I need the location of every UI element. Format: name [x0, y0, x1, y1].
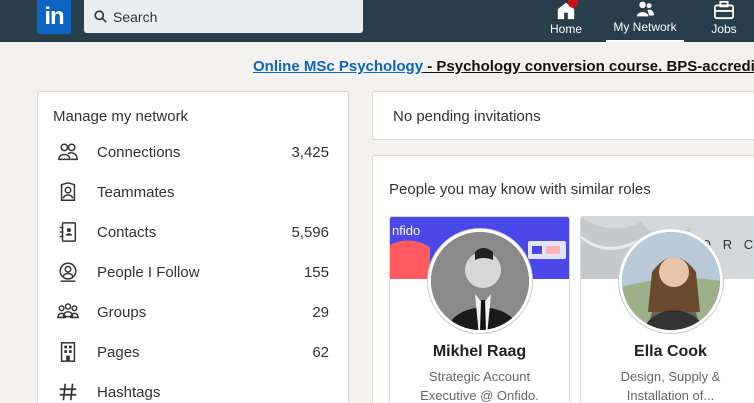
network-item-label: People I Follow — [97, 263, 200, 281]
person-name[interactable]: Mikhel Raag — [390, 343, 569, 361]
network-item-connections[interactable]: Connections 3,425 — [38, 132, 350, 172]
briefcase-icon — [714, 0, 734, 20]
nav-jobs[interactable]: Jobs — [706, 0, 742, 42]
people-follow-icon — [56, 260, 80, 284]
network-item-label: Contacts — [97, 223, 157, 241]
network-icon — [636, 1, 654, 17]
teammates-icon — [56, 180, 80, 204]
search-icon — [94, 10, 107, 23]
person-role: Strategic Account Executive @ Onfido. — [420, 369, 539, 403]
connections-icon — [56, 140, 80, 164]
network-item-teammates[interactable]: Teammates — [38, 172, 350, 212]
nav-jobs-label: Jobs — [711, 22, 737, 36]
network-item-label: Connections — [97, 143, 181, 161]
contacts-icon — [56, 220, 80, 244]
network-item-count: 5,596 — [291, 223, 329, 241]
person-name[interactable]: Ella Cook — [581, 343, 754, 361]
network-item-count: 3,425 — [291, 143, 329, 161]
pages-icon — [56, 340, 80, 364]
person-role: Design, Supply & Installation of... — [620, 369, 721, 403]
network-item-label: Hashtags — [97, 383, 161, 401]
avatar[interactable] — [428, 229, 532, 333]
network-item-contacts[interactable]: Contacts 5,596 — [38, 212, 350, 252]
network-item-label: Groups — [97, 303, 147, 321]
top-navbar: in Home My Network Jobs — [0, 0, 754, 42]
network-item-count: 155 — [303, 263, 329, 281]
network-item-label: Pages — [97, 343, 140, 361]
network-item-count: 62 — [312, 343, 329, 361]
ad-link[interactable]: Online MSc Psychology — [253, 58, 423, 75]
hashtag-icon — [56, 380, 80, 403]
pymk-title: People you may know with similar roles — [389, 181, 651, 198]
network-item-people-follow[interactable]: People I Follow 155 — [38, 252, 350, 292]
ad-banner[interactable]: Online MSc Psychology - Psychology conve… — [253, 58, 754, 75]
network-item-count: 29 — [312, 303, 329, 321]
nav-home-label: Home — [549, 22, 582, 36]
network-item-hashtags[interactable]: Hashtags — [38, 372, 350, 403]
avatar[interactable] — [619, 229, 723, 333]
person-card[interactable]: O R C Ella Cook Design, Supply & Install… — [580, 216, 754, 403]
nav-home[interactable]: Home — [548, 0, 584, 42]
linkedin-logo[interactable]: in — [37, 0, 71, 34]
manage-network-title: Manage my network — [53, 108, 189, 125]
pymk-card: People you may know with similar roles n… — [372, 155, 754, 403]
network-item-groups[interactable]: Groups 29 — [38, 292, 350, 332]
network-item-pages[interactable]: Pages 62 — [38, 332, 350, 372]
network-item-label: Teammates — [97, 183, 175, 201]
ad-text[interactable]: - Psychology conversion course. BPS-accr… — [423, 58, 754, 75]
nav-my-network[interactable]: My Network — [606, 0, 684, 42]
invitations-text: No pending invitations — [393, 108, 541, 125]
search-box[interactable] — [84, 0, 363, 33]
person-card[interactable]: nfido Mikhel Raag Strategic Account Exec… — [389, 216, 570, 403]
invitations-card: No pending invitations — [372, 91, 754, 140]
manage-network-card: Manage my network Connections 3,425 Team… — [37, 91, 349, 403]
nav-network-label: My Network — [613, 20, 677, 34]
groups-icon — [56, 300, 80, 324]
search-input[interactable] — [113, 8, 343, 25]
